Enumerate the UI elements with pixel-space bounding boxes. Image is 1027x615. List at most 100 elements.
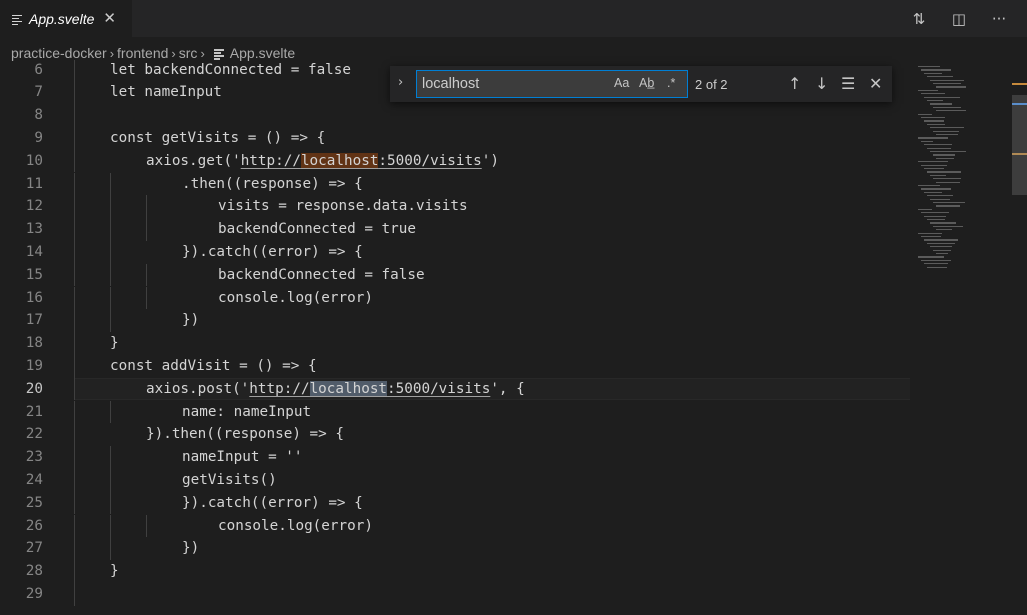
- open-changes-icon[interactable]: ⇅: [909, 10, 929, 28]
- line-number: 15: [25, 266, 43, 283]
- code-line[interactable]: 14}).catch((error) => {: [0, 240, 1012, 264]
- file-lines-icon: [213, 48, 224, 60]
- indent-guide: [74, 468, 75, 492]
- minimap-line: [927, 242, 955, 244]
- find-input[interactable]: localhost Aa Ab̲ .*: [416, 70, 688, 98]
- minimap-line: [924, 120, 944, 122]
- line-number: 26: [25, 517, 43, 534]
- use-regex-icon[interactable]: .*: [667, 76, 675, 90]
- minimap-line: [921, 117, 945, 119]
- vertical-scrollbar[interactable]: [1012, 62, 1027, 615]
- close-find-icon[interactable]: ✕: [869, 74, 882, 93]
- minimap[interactable]: [912, 62, 1012, 615]
- code-line[interactable]: 8: [0, 104, 1012, 127]
- find-in-selection-icon[interactable]: ☰: [841, 74, 855, 93]
- breadcrumb-item-file[interactable]: App.svelte: [230, 45, 295, 61]
- code-line[interactable]: 13 backendConnected = true: [0, 218, 1012, 241]
- more-actions-icon[interactable]: ···: [989, 10, 1009, 28]
- match-whole-word-icon[interactable]: Ab̲: [639, 76, 654, 90]
- search-match: localhost: [309, 380, 388, 397]
- breadcrumb-item[interactable]: practice-docker: [11, 45, 107, 61]
- code-line[interactable]: 24 getVisits(): [0, 468, 1012, 492]
- minimap-line: [924, 144, 952, 146]
- code-line[interactable]: 19 const addVisit = () => {: [0, 354, 1012, 378]
- line-number: 25: [25, 494, 43, 511]
- minimap-line: [924, 96, 960, 98]
- minimap-line: [924, 168, 944, 170]
- line-number: 19: [25, 357, 43, 374]
- breadcrumb-chevron-icon: ›: [109, 45, 115, 61]
- indent-guide: [146, 195, 147, 219]
- indent-guide: [146, 514, 147, 538]
- code-line[interactable]: 15 backendConnected = false: [0, 263, 1012, 287]
- code-line[interactable]: 16 console.log(error): [0, 286, 1012, 310]
- line-number: 17: [25, 312, 43, 329]
- line-number: 9: [34, 129, 43, 146]
- indent-guide: [110, 468, 111, 492]
- minimap-line: [921, 69, 951, 71]
- indent-guide: [74, 423, 75, 447]
- code-line[interactable]: 11 .then((response) => {: [0, 172, 1012, 196]
- code-text: let backendConnected = false: [110, 61, 352, 78]
- indent-guide: [74, 537, 75, 561]
- minimap-line: [918, 89, 938, 91]
- minimap-line: [930, 246, 952, 248]
- minimap-line: [927, 123, 945, 125]
- code-line[interactable]: 9 const getVisits = () => {: [0, 126, 1012, 150]
- breadcrumb-item[interactable]: src: [179, 45, 198, 61]
- indent-guide: [74, 286, 75, 310]
- minimap-line: [918, 113, 932, 115]
- code-line[interactable]: 20 axios.post('http://localhost:5000/visi…: [0, 377, 1012, 401]
- code-text: let nameInput: [110, 84, 222, 101]
- url-link[interactable]: http://localhost:5000/visits: [241, 152, 482, 169]
- code-token: '): [481, 152, 499, 169]
- code-text: const addVisit = () => {: [110, 357, 317, 374]
- split-editor-icon[interactable]: ◫: [949, 10, 969, 28]
- code-line[interactable]: 18}: [0, 332, 1012, 355]
- indent-guide: [74, 400, 75, 424]
- scrollbar-thumb[interactable]: [1012, 95, 1027, 195]
- minimap-line: [936, 229, 952, 231]
- url-link[interactable]: http://localhost:5000/visits: [249, 380, 490, 397]
- indent-guide: [74, 240, 75, 264]
- match-case-icon[interactable]: Aa: [614, 76, 629, 90]
- code-line[interactable]: 12 visits = response.data.visits: [0, 195, 1012, 219]
- line-number: 6: [34, 61, 43, 78]
- minimap-line: [936, 110, 966, 112]
- tab-app-svelte[interactable]: App.svelte ✕: [0, 0, 132, 37]
- code-line[interactable]: 10 axios.get('http://localhost:5000/visit…: [0, 149, 1012, 173]
- scrollbar-match-marker: [1012, 83, 1027, 85]
- code-line[interactable]: 29: [0, 582, 1012, 606]
- breadcrumb-item[interactable]: frontend: [117, 45, 168, 61]
- code-editor[interactable]: 6 let backendConnected = false 7 let nameIn…: [0, 60, 1012, 615]
- minimap-line: [924, 239, 958, 241]
- code-line[interactable]: 28}: [0, 560, 1012, 583]
- code-line[interactable]: 25}).catch((error) => {: [0, 491, 1012, 515]
- minimap-line: [918, 208, 932, 210]
- minimap-line: [918, 256, 944, 258]
- minimap-line: [924, 191, 942, 193]
- code-line[interactable]: 23 nameInput = '': [0, 446, 1012, 469]
- indent-guide: [74, 81, 75, 105]
- line-number: 21: [25, 403, 43, 420]
- minimap-line: [930, 222, 956, 224]
- line-number: 24: [25, 471, 43, 488]
- minimap-line: [918, 66, 940, 68]
- code-text: axios.get('http://localhost:5000/visits'…: [146, 150, 499, 173]
- code-line[interactable]: 26 console.log(error): [0, 514, 1012, 538]
- tab-close-icon[interactable]: ✕: [103, 11, 116, 26]
- code-text: visits = response.data.visits: [218, 198, 468, 215]
- toggle-replace-chevron-icon[interactable]: ›: [398, 75, 403, 90]
- code-line[interactable]: 22}).then((response) => {: [0, 423, 1012, 447]
- minimap-line: [933, 130, 959, 132]
- next-match-icon[interactable]: ↓: [815, 74, 828, 93]
- line-number: 18: [25, 335, 43, 352]
- previous-match-icon[interactable]: ↑: [788, 74, 801, 93]
- minimap-line: [936, 205, 960, 207]
- code-text: getVisits(): [182, 471, 277, 488]
- code-line[interactable]: 17}): [0, 309, 1012, 333]
- code-line[interactable]: 27}): [0, 537, 1012, 561]
- code-line[interactable]: 21 name: nameInput: [0, 400, 1012, 424]
- code-token: axios.post(': [146, 380, 250, 397]
- code-text: }): [182, 540, 200, 557]
